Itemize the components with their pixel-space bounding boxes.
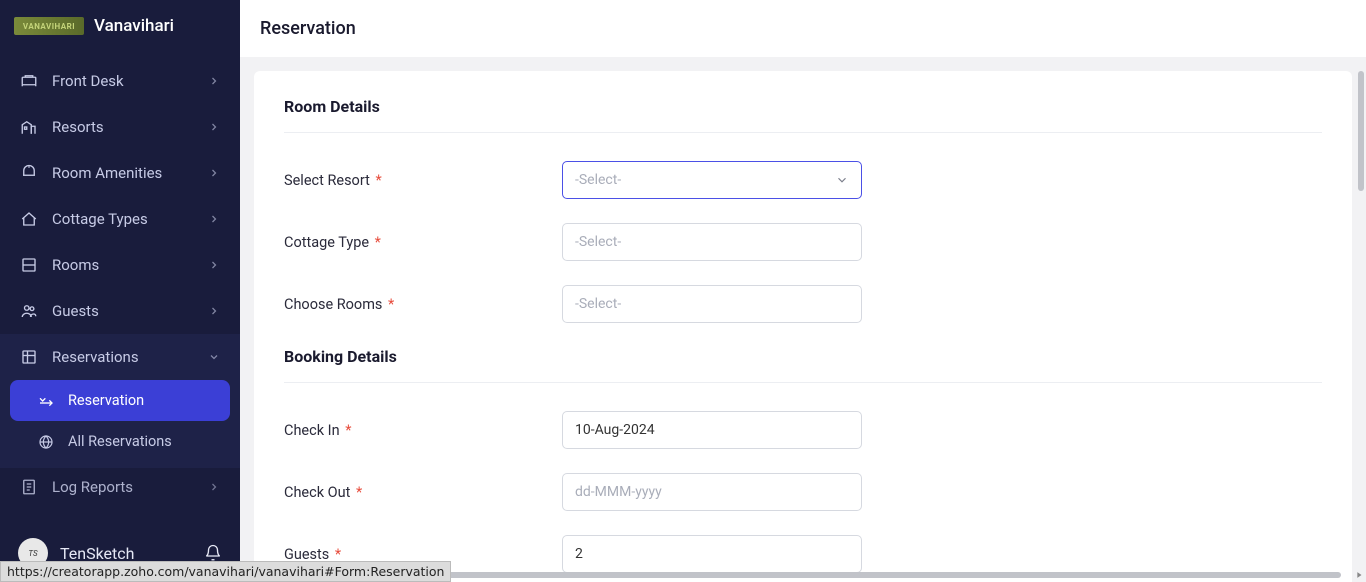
- sidebar-item-reservations[interactable]: Reservations: [0, 334, 240, 380]
- sidebar-item-label: Front Desk: [52, 72, 124, 90]
- sidebar-sub-label: All Reservations: [68, 433, 172, 450]
- sidebar-item-log-reports[interactable]: Log Reports: [0, 468, 240, 502]
- chevron-down-icon: [208, 351, 220, 363]
- chevron-right-icon: [208, 305, 220, 317]
- sidebar-item-label: Cottage Types: [52, 210, 148, 228]
- sidebar-sub-reservation[interactable]: Reservation: [10, 380, 230, 421]
- amenities-icon: [20, 164, 38, 182]
- field-check-in: Check In *: [284, 411, 1322, 449]
- chevron-right-icon: [208, 121, 220, 133]
- report-icon: [20, 478, 38, 496]
- chevron-right-icon: [208, 259, 220, 271]
- chevron-right-icon: [208, 75, 220, 87]
- sidebar-item-rooms[interactable]: Rooms: [0, 242, 240, 288]
- vertical-scrollbar[interactable]: [1356, 71, 1366, 568]
- sidebar-item-label: Guests: [52, 302, 99, 320]
- sidebar-item-label: Resorts: [52, 118, 104, 136]
- guests-input[interactable]: [562, 535, 862, 573]
- sidebar-item-cottage-types[interactable]: Cottage Types: [0, 196, 240, 242]
- sidebar-submenu: Reservation All Reservations: [0, 380, 240, 468]
- sidebar-item-guests[interactable]: Guests: [0, 288, 240, 334]
- form-card: Room Details Select Resort * -Select-: [254, 71, 1352, 582]
- required-indicator: *: [352, 484, 362, 501]
- sidebar-item-label: Rooms: [52, 256, 99, 274]
- content-wrapper: Room Details Select Resort * -Select-: [240, 57, 1366, 582]
- field-label: Cottage Type *: [284, 234, 562, 251]
- required-indicator: *: [331, 546, 341, 563]
- select-placeholder: -Select-: [575, 234, 621, 250]
- required-indicator: *: [371, 234, 381, 251]
- sidebar-item-resorts[interactable]: Resorts: [0, 104, 240, 150]
- main-content: Reservation Room Details Select Resort *…: [240, 0, 1366, 582]
- page-title: Reservation: [240, 0, 1366, 57]
- sidebar-item-label: Room Amenities: [52, 164, 162, 182]
- check-out-input[interactable]: [562, 473, 862, 511]
- cottage-icon: [20, 210, 38, 228]
- building-icon: [20, 118, 38, 136]
- required-indicator: *: [372, 172, 382, 189]
- field-label: Select Resort *: [284, 172, 562, 189]
- sidebar-item-label: Reservations: [52, 348, 139, 366]
- chevron-right-icon: [208, 167, 220, 179]
- reservation-icon: [38, 393, 54, 409]
- field-cottage-type: Cottage Type * -Select-: [284, 223, 1322, 261]
- chevron-right-icon: [208, 481, 220, 493]
- sidebar-nav: Front Desk Resorts Room Am: [0, 52, 240, 524]
- required-indicator: *: [384, 296, 394, 313]
- sidebar-item-room-amenities[interactable]: Room Amenities: [0, 150, 240, 196]
- chevron-right-icon: [208, 213, 220, 225]
- field-choose-rooms: Choose Rooms * -Select-: [284, 285, 1322, 323]
- sidebar-item-front-desk[interactable]: Front Desk: [0, 58, 240, 104]
- field-label: Choose Rooms *: [284, 296, 562, 313]
- brand-name: Vanavihari: [94, 16, 174, 36]
- sidebar-item-label: Log Reports: [52, 478, 133, 496]
- logo-image: VANAVIHARI: [14, 17, 84, 35]
- desk-icon: [20, 72, 38, 90]
- logo-bar: VANAVIHARI Vanavihari: [0, 0, 240, 52]
- section-title-room-details: Room Details: [284, 97, 1322, 133]
- field-select-resort: Select Resort * -Select-: [284, 161, 1322, 199]
- rooms-icon: [20, 256, 38, 274]
- section-title-booking-details: Booking Details: [284, 347, 1322, 383]
- guests-icon: [20, 302, 38, 320]
- required-indicator: *: [342, 422, 352, 439]
- select-placeholder: -Select-: [575, 296, 621, 312]
- reservations-icon: [20, 348, 38, 366]
- sidebar-sub-label: Reservation: [68, 392, 144, 409]
- check-in-input[interactable]: [562, 411, 862, 449]
- chevron-down-icon: [835, 173, 849, 187]
- field-label: Guests *: [284, 546, 562, 563]
- choose-rooms-dropdown[interactable]: -Select-: [562, 285, 862, 323]
- status-bar-url: https://creatorapp.zoho.com/vanavihari/v…: [0, 561, 451, 582]
- field-label: Check Out *: [284, 484, 562, 501]
- scrollbar-thumb[interactable]: [1358, 71, 1364, 191]
- select-resort-dropdown[interactable]: -Select-: [562, 161, 862, 199]
- globe-icon: [38, 434, 54, 450]
- scroll-right-icon[interactable]: [1354, 570, 1364, 580]
- field-label: Check In *: [284, 422, 562, 439]
- bell-icon[interactable]: [204, 544, 222, 562]
- sidebar-sub-all-reservations[interactable]: All Reservations: [10, 421, 230, 462]
- cottage-type-dropdown[interactable]: -Select-: [562, 223, 862, 261]
- user-name: TenSketch: [60, 544, 134, 563]
- sidebar: VANAVIHARI Vanavihari Front Desk Resorts: [0, 0, 240, 582]
- select-placeholder: -Select-: [575, 172, 621, 188]
- field-check-out: Check Out *: [284, 473, 1322, 511]
